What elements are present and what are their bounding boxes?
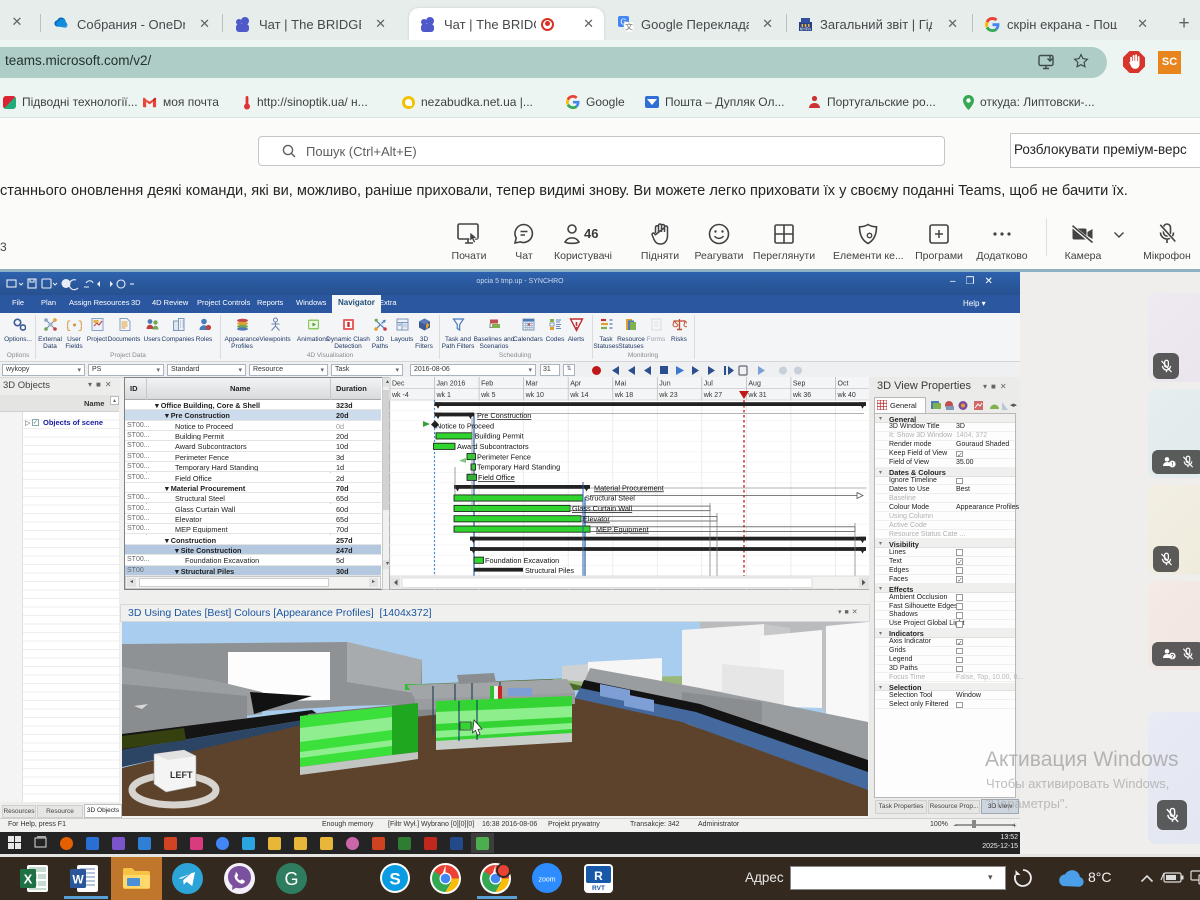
svg-text:!: ! [1171,462,1173,468]
svg-text:?: ? [1170,654,1174,660]
svg-text:R: R [594,869,603,883]
svg-text:文: 文 [625,22,633,32]
svg-text:Feb: Feb [481,381,493,388]
svg-text:zoom: zoom [538,877,555,884]
svg-text:Oct: Oct [838,381,849,388]
svg-text:Sep: Sep [793,381,806,388]
svg-text:Elevator: Elevator [583,514,610,523]
svg-text:wk 10: wk 10 [525,392,544,399]
svg-text:Temporary Hard Standing: Temporary Hard Standing [477,463,560,472]
svg-text:Pre Construction: Pre Construction [477,411,531,420]
svg-text:Jul: Jul [704,381,713,388]
svg-text:Perimeter Fence: Perimeter Fence [477,452,531,461]
svg-text:Dec: Dec [392,381,405,388]
svg-text:wk 31: wk 31 [747,392,766,399]
svg-text:Mar: Mar [526,381,539,388]
svg-text:wk 27: wk 27 [703,392,722,399]
svg-text:Award Subcontractors: Award Subcontractors [457,442,529,451]
svg-text:Glass Curtain Wall: Glass Curtain Wall [572,504,633,513]
svg-text:Apr: Apr [570,381,582,388]
svg-text:Field Office: Field Office [478,473,515,482]
svg-text:Foundation Excavation: Foundation Excavation [485,556,559,565]
svg-text:LEFT: LEFT [170,770,193,780]
svg-text:Jan 2016: Jan 2016 [437,381,466,388]
svg-text:X: X [24,872,33,887]
svg-text:wk -4: wk -4 [391,392,409,399]
svg-text:Building Permit: Building Permit [475,432,524,441]
svg-text:wk 14: wk 14 [569,392,588,399]
svg-text:Mai: Mai [615,381,627,388]
svg-text:wk 36: wk 36 [792,392,811,399]
svg-text:Aug: Aug [748,381,761,388]
svg-text:Jun: Jun [659,381,670,388]
svg-text:wk 5: wk 5 [480,392,496,399]
svg-text:MEP Equipment: MEP Equipment [596,525,649,534]
svg-text:46: 46 [584,226,598,241]
svg-text:RVT: RVT [592,885,605,892]
svg-text:КНРА: КНРА [800,26,812,31]
svg-text:Structural Steel: Structural Steel [585,494,635,503]
svg-text:Material Procurement: Material Procurement [594,483,664,492]
svg-text:S: S [389,870,400,889]
svg-text:G: G [284,869,298,889]
svg-text:W: W [72,873,84,887]
svg-text:wk 40: wk 40 [837,392,856,399]
svg-text:Notice to Proceed: Notice to Proceed [436,421,494,430]
svg-text:wk 23: wk 23 [658,392,677,399]
svg-text:wk 1: wk 1 [436,392,452,399]
svg-text:wk 18: wk 18 [614,392,633,399]
svg-text:{•}: {•} [67,321,82,333]
svg-text:Structural Piles: Structural Piles [525,566,574,575]
